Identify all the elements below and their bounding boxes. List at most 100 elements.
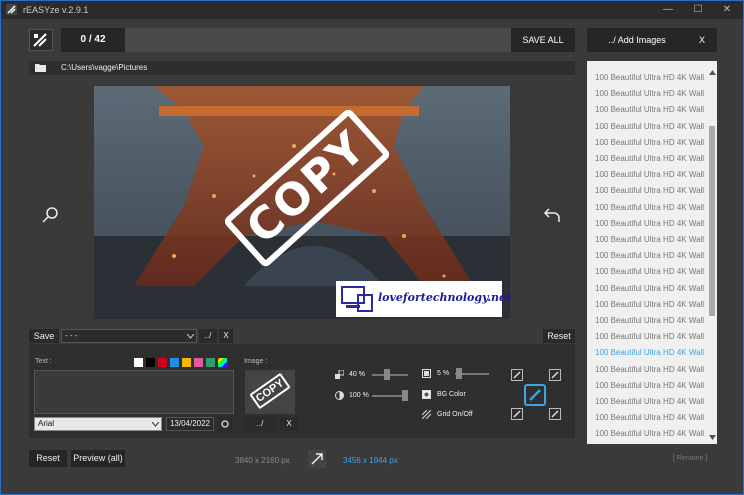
list-item[interactable]: 100 Beautiful Ultra HD 4K Wall	[595, 186, 707, 200]
list-item[interactable]: 100 Beautiful Ultra HD 4K Wall	[595, 73, 707, 87]
gear-icon	[221, 420, 229, 428]
list-item[interactable]: 100 Beautiful Ultra HD 4K Wall	[595, 316, 707, 330]
reset-settings-button[interactable]: Reset	[543, 329, 575, 343]
watermark-text-input[interactable]	[34, 370, 234, 414]
clear-images-button[interactable]: X	[687, 28, 717, 52]
color-swatch-black[interactable]	[146, 358, 155, 367]
color-swatch-yellow[interactable]	[182, 358, 191, 367]
window-title: rEASYze v.2.9.1	[23, 5, 89, 15]
size-slider-thumb[interactable]	[384, 369, 390, 380]
save-browse-button[interactable]: ../	[199, 329, 217, 343]
list-item[interactable]: 100 Beautiful Ultra HD 4K Wall	[595, 251, 707, 265]
color-swatch-white[interactable]	[134, 358, 143, 367]
opacity-icon	[335, 391, 344, 400]
image-preview: COPY lovefortechnology.net	[94, 86, 510, 319]
close-window-button[interactable]: ✕	[712, 1, 742, 19]
resize-arrow-icon	[308, 450, 326, 468]
undo-icon[interactable]	[543, 206, 561, 224]
list-item[interactable]: 100 Beautiful Ultra HD 4K Wall	[595, 203, 707, 217]
progress-bar	[125, 28, 511, 52]
save-format-dropdown[interactable]: - - -	[61, 329, 197, 343]
app-icon	[6, 4, 17, 15]
app-logo-button[interactable]	[29, 29, 53, 51]
scrollbar-thumb[interactable]	[709, 126, 715, 316]
bg-color-label[interactable]: BG Color	[437, 391, 466, 398]
save-clear-button[interactable]: X	[219, 329, 233, 343]
preview-all-button[interactable]: Preview (all)	[71, 450, 125, 467]
maximize-button[interactable]: ☐	[683, 1, 713, 19]
color-swatch-red[interactable]	[158, 358, 167, 367]
save-button[interactable]: Save	[29, 329, 59, 343]
reset-button[interactable]: Reset	[29, 450, 67, 467]
zoom-icon[interactable]	[41, 206, 59, 224]
position-top-right-icon[interactable]	[549, 369, 561, 381]
list-item[interactable]: 100 Beautiful Ultra HD 4K Wall	[595, 219, 707, 233]
list-item[interactable]: 100 Beautiful Ultra HD 4K Wall	[595, 122, 707, 136]
thumb-copy-stamp: COPY	[249, 372, 291, 410]
folder-icon[interactable]	[35, 63, 47, 73]
text-label: Text :	[35, 358, 52, 365]
list-item[interactable]: 100 Beautiful Ultra HD 4K Wall	[595, 105, 707, 119]
color-swatch-blue[interactable]	[170, 358, 179, 367]
font-value: Arial	[38, 419, 55, 428]
date-field[interactable]: 13/04/2022	[166, 417, 214, 431]
image-counter: 0 / 42	[61, 28, 125, 52]
chevron-down-icon	[187, 334, 194, 339]
opacity-slider-thumb[interactable]	[402, 390, 408, 401]
path-bar: C:\Users\vagge\Pictures	[29, 61, 575, 75]
size-value: 40 %	[349, 371, 365, 378]
list-item[interactable]: 100 Beautiful Ultra HD 4K Wall	[595, 284, 707, 298]
list-item[interactable]: 100 Beautiful Ultra HD 4K Wall	[595, 170, 707, 184]
list-item[interactable]: 100 Beautiful Ultra HD 4K Wall	[595, 429, 707, 443]
minimize-button[interactable]: —	[653, 1, 683, 19]
scroll-up-icon[interactable]	[708, 69, 717, 76]
opacity-value: 100 %	[349, 392, 369, 399]
color-swatch-pink[interactable]	[194, 358, 203, 367]
scroll-down-icon[interactable]	[708, 434, 717, 441]
custom-color-picker-icon[interactable]	[218, 358, 227, 367]
position-bottom-right-icon[interactable]	[549, 408, 561, 420]
list-item[interactable]: 100 Beautiful Ultra HD 4K Wall	[595, 89, 707, 103]
chevron-down-icon	[152, 422, 159, 427]
bg-color-icon[interactable]	[422, 390, 431, 399]
title-bar: rEASYze v.2.9.1 — ☐ ✕	[1, 1, 743, 19]
resize-logo-icon	[33, 33, 47, 47]
size-icon	[335, 370, 344, 379]
image-browse-button[interactable]: ../	[244, 417, 276, 431]
margin-value: 5 %	[437, 370, 450, 377]
grid-toggle-label[interactable]: Grid On/Off	[437, 411, 473, 418]
devices-logo-icon	[341, 286, 373, 312]
rename-button[interactable]: [ Rename ]	[673, 455, 707, 462]
position-top-left-icon[interactable]	[511, 369, 523, 381]
image-clear-button[interactable]: X	[280, 417, 298, 431]
list-item[interactable]: 100 Beautiful Ultra HD 4K Wall	[595, 235, 707, 249]
logo-text: lovefortechnology.net	[378, 291, 510, 304]
folder-path: C:\Users\vagge\Pictures	[61, 63, 148, 72]
app-window: rEASYze v.2.9.1 — ☐ ✕ 0 / 42 SAVE ALL ..…	[0, 0, 744, 495]
list-item[interactable]: 100 Beautiful Ultra HD 4K Wall	[595, 300, 707, 314]
color-swatch-green[interactable]	[206, 358, 215, 367]
size-slider[interactable]	[372, 374, 408, 376]
list-item[interactable]: 100 Beautiful Ultra HD 4K Wall	[595, 348, 707, 362]
list-item[interactable]: 100 Beautiful Ultra HD 4K Wall	[595, 381, 707, 395]
list-item[interactable]: 100 Beautiful Ultra HD 4K Wall	[595, 397, 707, 411]
margin-slider-thumb[interactable]	[456, 368, 462, 379]
list-item[interactable]: 100 Beautiful Ultra HD 4K Wall	[595, 365, 707, 379]
insert-date-button[interactable]	[217, 417, 233, 431]
watermark-image-thumbnail[interactable]: COPY	[245, 370, 295, 414]
position-bottom-left-icon[interactable]	[511, 408, 523, 420]
list-item[interactable]: 100 Beautiful Ultra HD 4K Wall	[595, 413, 707, 427]
list-item[interactable]: 100 Beautiful Ultra HD 4K Wall	[595, 332, 707, 346]
font-dropdown[interactable]: Arial	[34, 417, 162, 431]
new-size-text: 3456 x 1944 px	[343, 456, 398, 465]
position-center-icon[interactable]	[524, 384, 546, 406]
list-item[interactable]: 100 Beautiful Ultra HD 4K Wall	[595, 267, 707, 281]
save-all-button[interactable]: SAVE ALL	[511, 28, 575, 52]
margin-icon	[422, 369, 431, 378]
image-label: Image :	[244, 358, 268, 365]
grid-icon[interactable]	[422, 410, 431, 419]
list-item[interactable]: 100 Beautiful Ultra HD 4K Wall	[595, 154, 707, 168]
site-logo-watermark: lovefortechnology.net	[336, 281, 510, 317]
list-item[interactable]: 100 Beautiful Ultra HD 4K Wall	[595, 138, 707, 152]
add-images-button[interactable]: ../ Add Images	[587, 28, 687, 52]
